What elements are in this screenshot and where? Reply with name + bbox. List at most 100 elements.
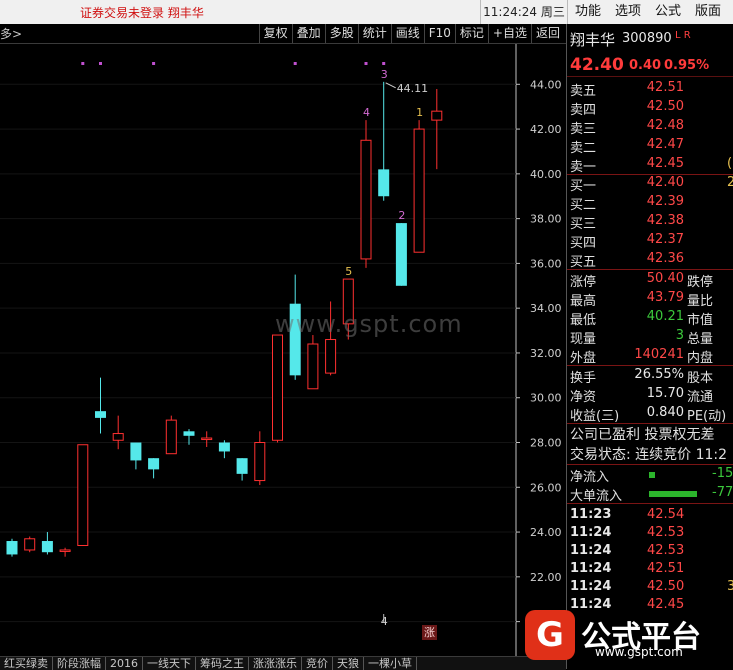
menu-formula[interactable]: 公式 — [648, 0, 688, 24]
back-button[interactable]: 返回 — [530, 24, 564, 43]
high-pointer — [385, 82, 396, 89]
overlay-button[interactable]: 叠加 — [291, 24, 325, 43]
stat-value: 40.21 — [646, 309, 684, 324]
wave-marker: 1 — [416, 106, 423, 119]
tab-indicator[interactable]: 天狼 — [333, 657, 364, 670]
tick-time: 11:24 — [570, 561, 612, 576]
stat-label: 最高 — [570, 294, 597, 309]
add-watchlist-button[interactable]: +自选 — [487, 24, 531, 43]
tick-row: 11:24 42.53 — [567, 524, 733, 542]
candle-body-down — [95, 411, 106, 418]
bid-label: 买三 — [570, 217, 597, 232]
tick-time: 11:24 — [570, 525, 612, 540]
stock-header: 翔丰华 300890 L R — [567, 24, 733, 54]
bid-row[interactable]: 买五 42.36 — [567, 250, 733, 270]
signal-dot — [152, 62, 156, 65]
ask-price: 42.45 — [646, 156, 684, 171]
stat-row: 收益(三) 0.840 PE(动) — [567, 404, 733, 424]
stat-label: 股本 — [687, 371, 714, 386]
tab-indicator[interactable]: 一线天下 — [143, 657, 196, 670]
stock-code: 300890 — [622, 31, 672, 46]
menu-function[interactable]: 功能 — [568, 0, 608, 24]
bid-row[interactable]: 买一 42.40 2 — [567, 174, 733, 194]
stat-label: 换手 — [570, 371, 597, 386]
ask-row[interactable]: 卖二 42.47 — [567, 136, 733, 156]
tick-row: 11:24 42.53 — [567, 542, 733, 560]
tab-indicator[interactable]: 一棵小草 — [364, 657, 417, 670]
multi-stock-button[interactable]: 多股 — [324, 24, 358, 43]
tab-indicator[interactable]: 阶段涨幅 — [53, 657, 106, 670]
company-info[interactable]: 公司已盈利 投票权无差 — [570, 424, 714, 444]
tick-row: 11:24 42.50 3 — [567, 578, 733, 596]
candle-body-down — [395, 223, 407, 286]
ask-row[interactable]: 卖三 42.48 — [567, 117, 733, 137]
flow-value: -77 — [712, 485, 733, 500]
flow-bar — [649, 472, 655, 478]
divider — [567, 503, 733, 504]
kline-chart[interactable]: 20.0022.0024.0026.0028.0030.0032.0034.00… — [0, 44, 566, 656]
tab-indicator[interactable]: 涨涨涨乐 — [249, 657, 302, 670]
y-tick-label: 26.00 — [530, 481, 562, 494]
tab-indicator[interactable]: 筹码之王 — [196, 657, 249, 670]
candle-body-up — [431, 110, 443, 121]
toolbar-buttons: 复权 叠加 多股 统计 画线 F10 标记 +自选 返回 — [258, 24, 564, 43]
wave-marker: 2 — [398, 209, 405, 222]
tab-indicator[interactable]: 2016 — [106, 657, 143, 670]
tick-volume: 3 — [727, 579, 733, 594]
bid-row[interactable]: 买二 42.39 — [567, 193, 733, 213]
stat-row: 净资 15.70 流通 — [567, 385, 733, 405]
stat-value: 0.840 — [646, 405, 684, 420]
f10-button[interactable]: F10 — [423, 24, 455, 43]
candle-body-up — [112, 433, 124, 441]
stat-label: 流通 — [687, 390, 714, 405]
tab-indicator[interactable]: 竞价 — [302, 657, 333, 670]
stat-label: 市值 — [687, 313, 714, 328]
stock-name: 翔丰华 — [570, 31, 616, 49]
stat-label: 净资 — [570, 390, 597, 405]
menu-options[interactable]: 选项 — [608, 0, 648, 24]
draw-line-button[interactable]: 画线 — [390, 24, 424, 43]
menu-layout[interactable]: 版面 — [688, 0, 728, 24]
flow-row: 净流入 -15 — [567, 465, 733, 485]
bid-row[interactable]: 买四 42.37 — [567, 231, 733, 251]
ask-row[interactable]: 卖五 42.51 — [567, 79, 733, 99]
wave-marker: 4 — [363, 106, 370, 119]
ask-row[interactable]: 卖一 42.45 ( — [567, 155, 733, 175]
bid-label: 买五 — [570, 255, 597, 270]
tick-price: 42.51 — [647, 561, 685, 576]
bid-row[interactable]: 买三 42.38 — [567, 212, 733, 232]
flow-row: 大单流入 -77 — [567, 484, 733, 504]
candle-body-up — [413, 128, 425, 253]
main-menu: 功能 选项 公式 版面 — [568, 0, 728, 24]
signal-dot — [99, 62, 102, 65]
ask-price: 42.47 — [646, 137, 684, 152]
trade-status: 交易状态: 连续竞价 11:2 — [570, 447, 728, 463]
mark-button[interactable]: 标记 — [454, 24, 488, 43]
stat-row: 最低 40.21 市值 — [567, 308, 733, 328]
ask-row[interactable]: 卖四 42.50 — [567, 98, 733, 118]
tick-time: 11:23 — [570, 507, 612, 522]
candle-body-up — [307, 343, 319, 390]
tick-time: 11:24 — [570, 543, 612, 558]
candle-body-down — [41, 541, 53, 553]
y-tick-label: 40.00 — [530, 168, 562, 181]
y-tick-label: 38.00 — [530, 213, 562, 226]
y-tick-label: 30.00 — [530, 392, 562, 405]
bid-volume: 2 — [727, 175, 733, 190]
tick-price: 42.54 — [647, 507, 685, 522]
statistics-button[interactable]: 统计 — [357, 24, 391, 43]
restore-rights-button[interactable]: 复权 — [258, 24, 292, 43]
bid-label: 买二 — [570, 198, 597, 213]
price-change: 0.40 — [629, 58, 662, 73]
price-change-pct: 0.95% — [664, 58, 710, 73]
flow-bar — [649, 491, 697, 497]
high-label: 44.11 — [397, 82, 429, 95]
signal-dot — [364, 62, 368, 65]
bid-label: 买一 — [570, 179, 597, 194]
more-button[interactable]: 多> — [0, 25, 22, 42]
candle-body-up — [165, 419, 177, 455]
tab-indicator[interactable]: 红买绿卖 — [0, 657, 53, 670]
signal-dot — [382, 62, 386, 65]
ask-price: 42.50 — [646, 99, 684, 114]
tick-price: 42.53 — [647, 543, 685, 558]
